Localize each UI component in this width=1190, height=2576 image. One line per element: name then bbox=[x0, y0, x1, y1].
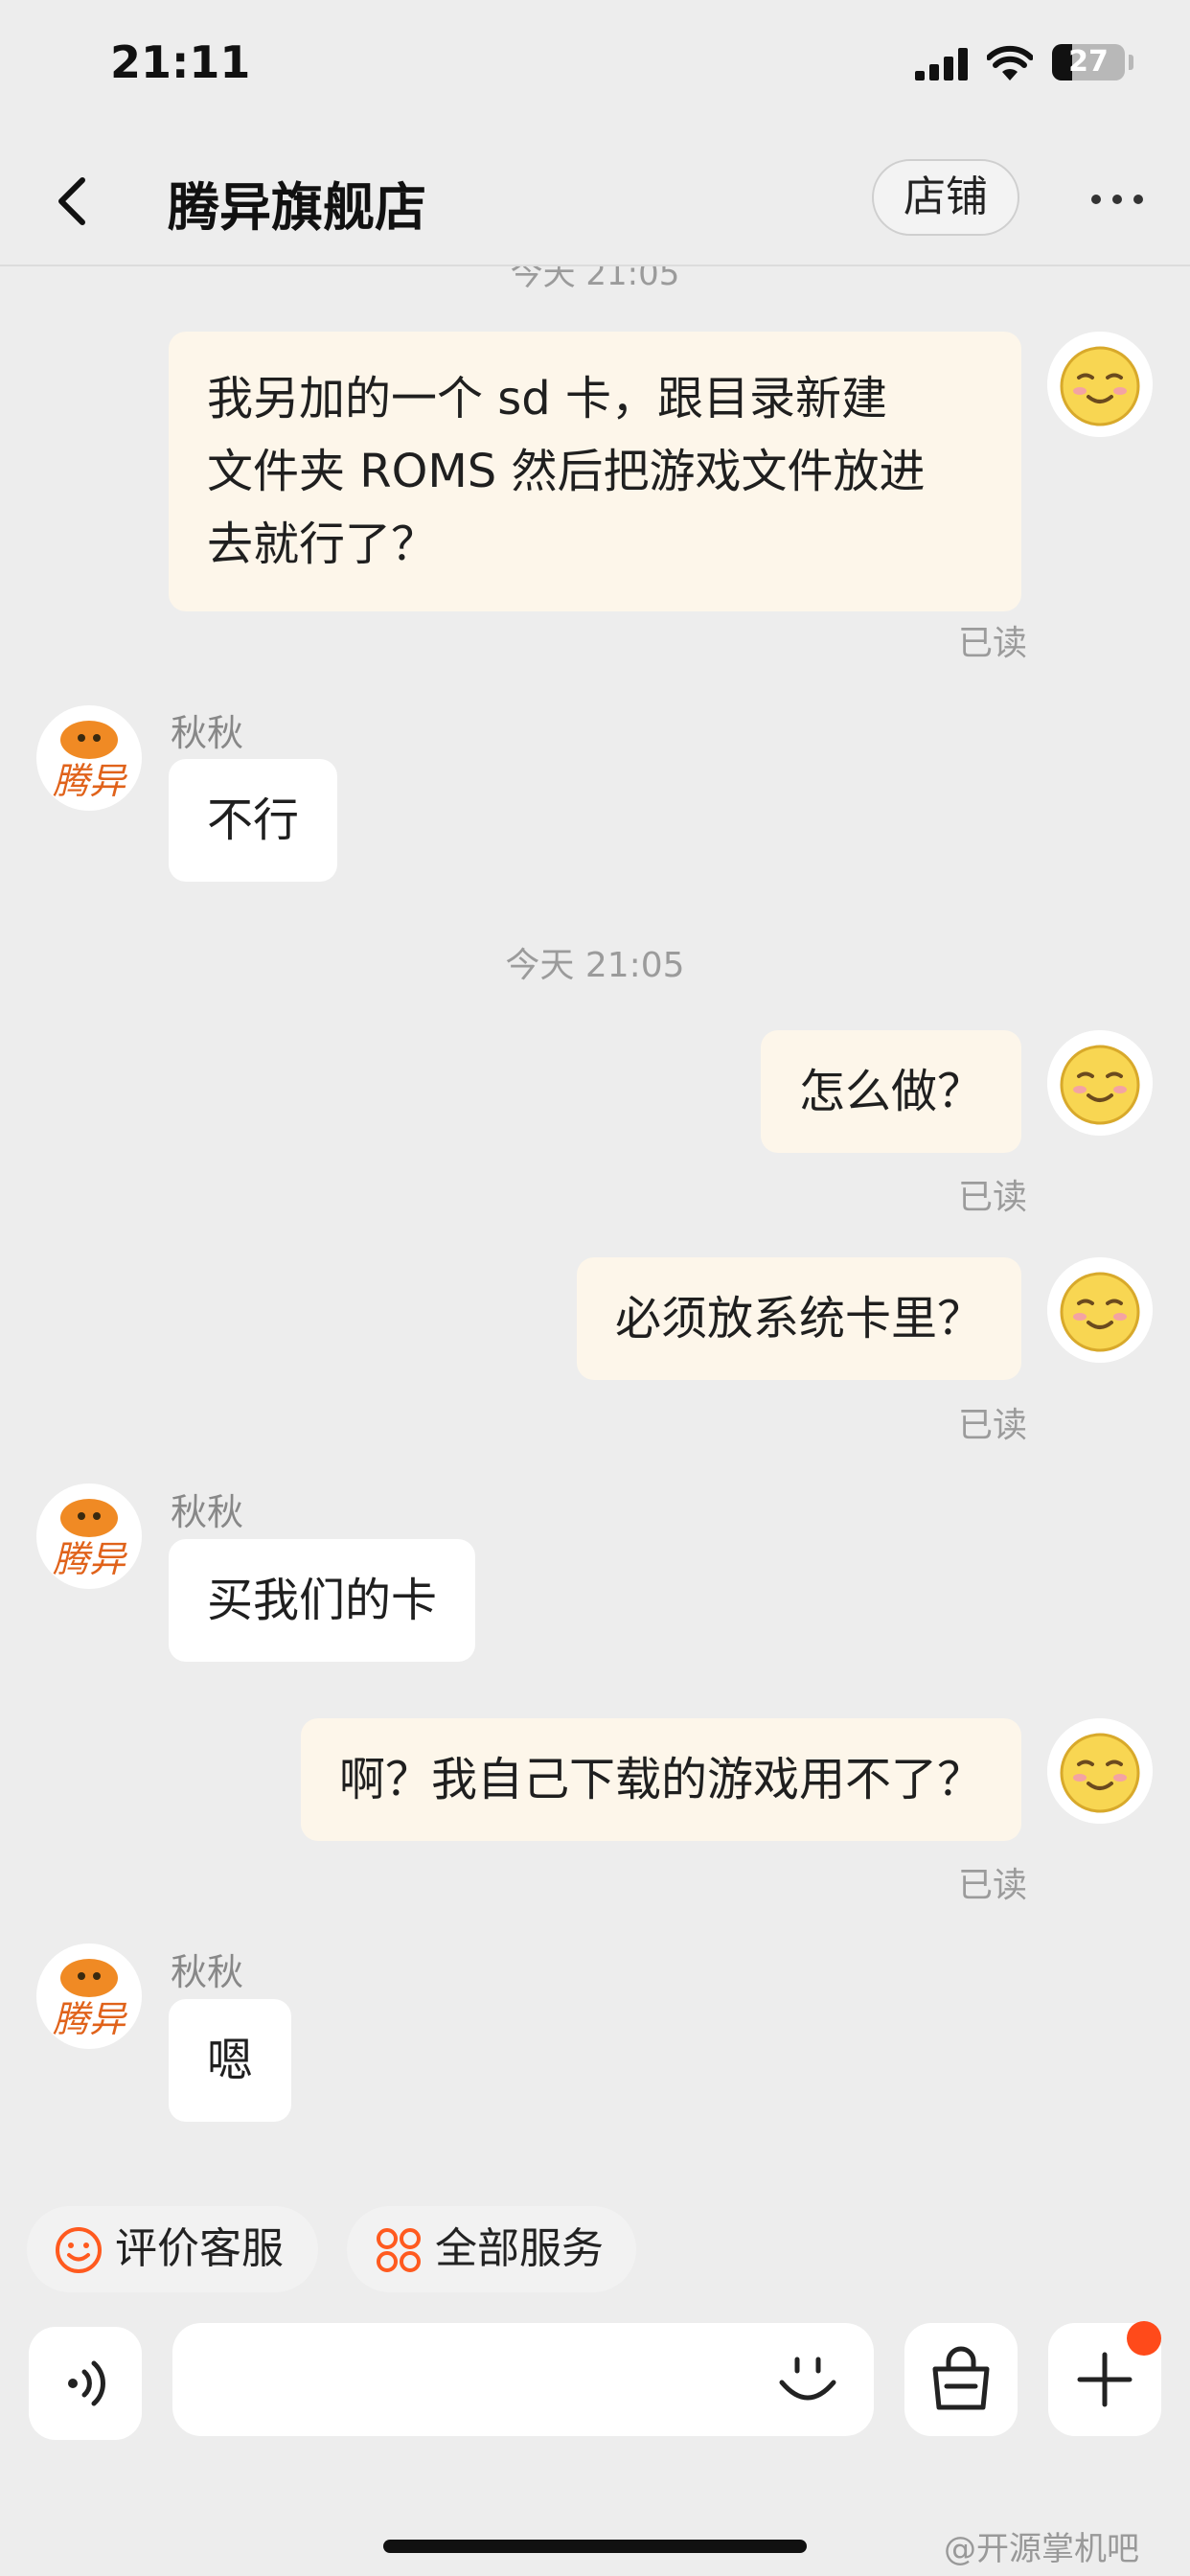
more-icon[interactable] bbox=[1088, 190, 1146, 209]
read-status: 已读 bbox=[957, 1866, 1027, 1905]
battery-indicator: 27 bbox=[1052, 44, 1125, 80]
message-bubble-incoming[interactable]: 嗯 bbox=[169, 1999, 292, 2122]
svg-text:腾异: 腾异 bbox=[53, 1538, 128, 1580]
emoji-icon[interactable] bbox=[774, 2346, 841, 2413]
page-title: 腾异旗舰店 bbox=[168, 177, 426, 238]
sender-name: 秋秋 bbox=[171, 712, 244, 754]
message-bubble-outgoing[interactable]: 怎么做？ bbox=[760, 1030, 1021, 1153]
shop-avatar[interactable]: 腾异 bbox=[36, 1944, 142, 2049]
message-line: 我另加的一个 sd 卡，跟目录新建 bbox=[207, 372, 887, 426]
user-avatar[interactable] bbox=[1047, 1030, 1153, 1136]
signal-icon bbox=[915, 48, 968, 80]
chip-label: 全部服务 bbox=[435, 2224, 604, 2273]
status-time: 21:11 bbox=[110, 36, 251, 88]
message-bubble-outgoing[interactable]: 我另加的一个 sd 卡，跟目录新建 文件夹 ROMS 然后把游戏文件放进 去就行… bbox=[169, 332, 1021, 611]
voice-icon bbox=[68, 2360, 105, 2406]
message-bubble-outgoing[interactable]: 啊？我自己下载的游戏用不了？ bbox=[300, 1718, 1021, 1841]
message-bubble-incoming[interactable]: 买我们的卡 bbox=[169, 1539, 476, 1662]
svg-text:腾异: 腾异 bbox=[53, 760, 128, 802]
message-input[interactable] bbox=[172, 2323, 874, 2436]
user-avatar[interactable] bbox=[1047, 332, 1153, 437]
read-status: 已读 bbox=[957, 1178, 1027, 1217]
read-status: 已读 bbox=[957, 1406, 1027, 1445]
plus-icon bbox=[1077, 2352, 1133, 2407]
grid-icon bbox=[377, 2228, 421, 2272]
sender-name: 秋秋 bbox=[171, 1491, 244, 1533]
user-avatar[interactable] bbox=[1047, 1718, 1153, 1824]
shop-avatar[interactable]: 腾异 bbox=[36, 705, 142, 811]
read-status: 已读 bbox=[957, 624, 1027, 663]
shop-avatar[interactable]: 腾异 bbox=[36, 1484, 142, 1589]
sender-name: 秋秋 bbox=[171, 1951, 244, 1993]
battery-level: 27 bbox=[1068, 45, 1109, 79]
product-button[interactable] bbox=[904, 2323, 1018, 2436]
message-bubble-incoming[interactable]: 不行 bbox=[169, 759, 338, 882]
chip-label: 评价客服 bbox=[115, 2224, 284, 2273]
home-indicator[interactable] bbox=[383, 2540, 807, 2553]
chat-header: 腾异旗舰店 店铺 bbox=[0, 134, 1190, 266]
timestamp: 今天 21:05 bbox=[505, 946, 685, 985]
smile-icon bbox=[56, 2227, 102, 2273]
store-button[interactable]: 店铺 bbox=[872, 159, 1019, 236]
status-bar: 21:11 27 bbox=[0, 0, 1190, 134]
chevron-left-icon[interactable] bbox=[50, 172, 96, 230]
message-bubble-outgoing[interactable]: 必须放系统卡里？ bbox=[576, 1257, 1021, 1380]
voice-button[interactable] bbox=[29, 2327, 142, 2440]
message-line: 去就行了？ bbox=[207, 518, 438, 571]
user-avatar[interactable] bbox=[1047, 1257, 1153, 1363]
shopping-bag-icon bbox=[932, 2346, 990, 2410]
watermark: @开源掌机吧 bbox=[944, 2530, 1139, 2568]
wifi-icon bbox=[987, 45, 1033, 80]
all-services-chip[interactable]: 全部服务 bbox=[347, 2206, 636, 2292]
notification-dot bbox=[1127, 2321, 1161, 2356]
rate-service-chip[interactable]: 评价客服 bbox=[27, 2206, 318, 2292]
message-line: 文件夹 ROMS 然后把游戏文件放进 bbox=[207, 445, 926, 498]
svg-text:腾异: 腾异 bbox=[53, 1998, 128, 2040]
battery-cap bbox=[1129, 55, 1133, 70]
